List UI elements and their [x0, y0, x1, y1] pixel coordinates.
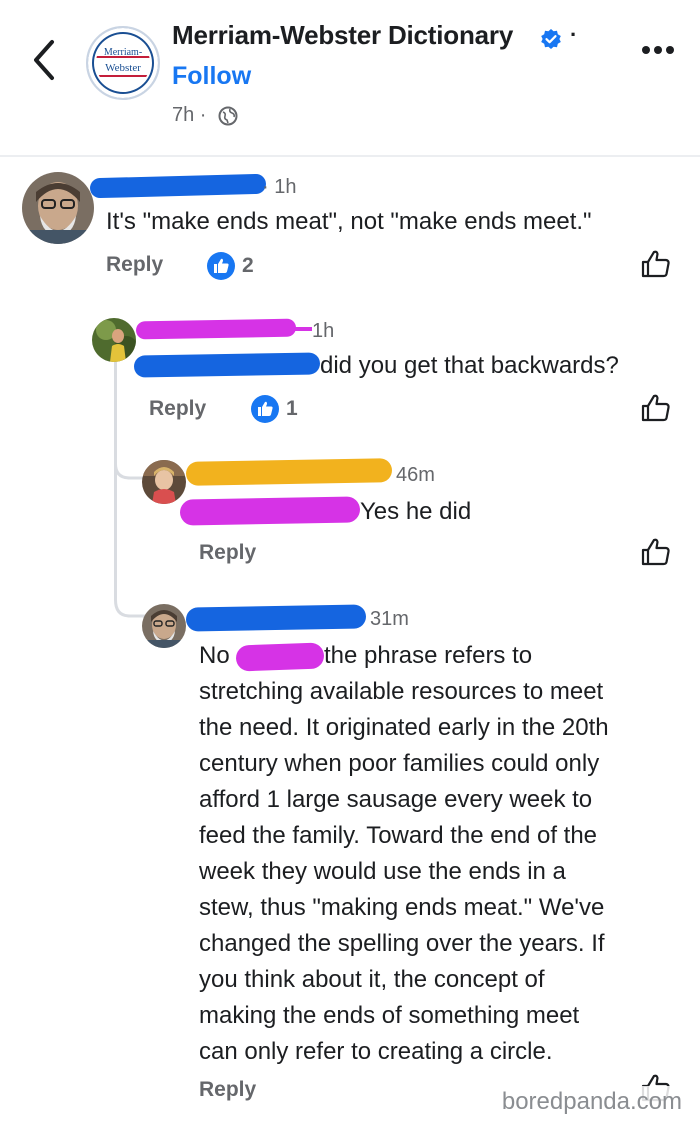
- comment-line: feed the family. Toward the end of the: [199, 822, 598, 849]
- page-name[interactable]: Merriam-Webster Dictionary: [172, 20, 513, 51]
- thumbs-up-outline-icon[interactable]: [640, 248, 672, 280]
- comment-4: 31m No the phrase refers to stretching a…: [0, 596, 700, 1124]
- post-header: Merriam- Webster Merriam-Webster Diction…: [0, 0, 700, 156]
- more-icon[interactable]: [640, 44, 676, 56]
- post-time: 7h ·: [172, 104, 207, 126]
- comment-time: 46m: [396, 464, 435, 486]
- comment-line: making the ends of something meet: [199, 1002, 580, 1029]
- follow-button[interactable]: Follow: [172, 62, 251, 91]
- comment-3: 46m Yes he did Reply: [0, 452, 700, 582]
- globe-icon: [218, 106, 238, 126]
- logo-text-bottom: Webster: [105, 62, 141, 74]
- redacted-name: [135, 318, 297, 340]
- redact-stroke: [290, 327, 312, 331]
- like-icon: [251, 395, 279, 423]
- header-divider: [0, 155, 700, 157]
- comment-2: 1h did you get that backwards? Reply 1: [0, 310, 700, 440]
- avatar[interactable]: [142, 460, 186, 504]
- redacted-text: [235, 642, 325, 672]
- reply-button[interactable]: Reply: [199, 541, 256, 565]
- like-count: 2: [242, 254, 254, 277]
- reply-button[interactable]: Reply: [106, 253, 163, 277]
- avatar[interactable]: [142, 604, 186, 648]
- verified-badge-icon: [541, 29, 561, 49]
- comment-line: afford 1 large sausage every week to: [199, 786, 593, 813]
- logo-text-top: Merriam-: [104, 47, 142, 58]
- redacted-name: [185, 458, 393, 486]
- like-count: 1: [286, 397, 298, 420]
- comment-line: can only refer to creating a circle.: [199, 1038, 553, 1065]
- comment-text-prefix: No: [199, 642, 230, 669]
- comment-1: · 1h It's "make ends meat", not "make en…: [0, 160, 700, 290]
- reply-button[interactable]: Reply: [149, 397, 206, 421]
- redacted-text: [133, 352, 321, 378]
- comment-text: Yes he did: [360, 498, 472, 525]
- comment-time: · 1h: [262, 176, 297, 198]
- comment-line: the need. It originated early in the 20t…: [199, 714, 609, 741]
- header-separator: ·: [570, 22, 578, 47]
- comment-text: did you get that backwards?: [320, 352, 619, 379]
- thumbs-up-outline-icon[interactable]: [640, 536, 672, 568]
- comment-line: you think about it, the concept of: [199, 966, 545, 993]
- comment-line: stretching available resources to meet: [199, 678, 604, 705]
- comment-time: 31m: [370, 608, 409, 630]
- avatar[interactable]: [92, 318, 136, 362]
- avatar[interactable]: [22, 172, 94, 244]
- page-avatar-logo[interactable]: Merriam- Webster: [86, 26, 160, 100]
- comment-line: stew, thus "making ends meat." We've: [199, 894, 605, 921]
- comment-line: changed the spelling over the years. If: [199, 930, 605, 957]
- thumbs-up-outline-icon[interactable]: [640, 392, 672, 424]
- comment-text-body: stretching available resources to meet t…: [199, 674, 689, 1070]
- comment-time: 1h: [312, 320, 335, 342]
- comment-text: It's "make ends meat", not "make ends me…: [106, 208, 592, 235]
- back-arrow-icon[interactable]: [24, 36, 64, 84]
- comment-line: century when poor families could only: [199, 750, 600, 777]
- comment-text-line-1: the phrase refers to: [324, 642, 533, 669]
- watermark: boredpanda.com: [497, 1086, 686, 1118]
- redacted-text: [179, 496, 361, 526]
- reply-button[interactable]: Reply: [199, 1078, 256, 1102]
- redacted-name: [185, 604, 367, 632]
- comment-line: week they would use the ends in a: [199, 858, 566, 885]
- like-icon: [207, 252, 235, 280]
- redacted-name: [89, 173, 267, 199]
